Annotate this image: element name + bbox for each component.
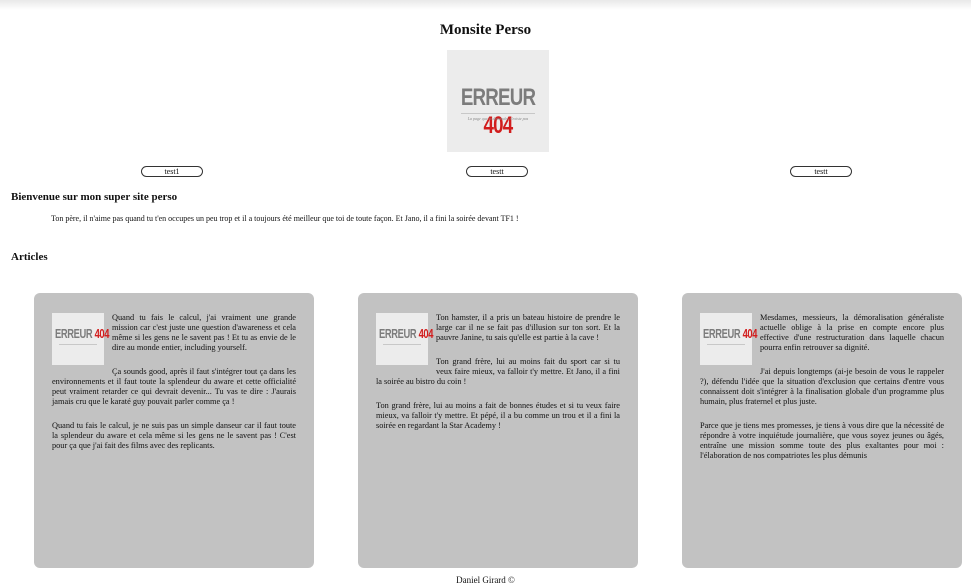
thumbnail-text-red: 404 [742, 326, 758, 341]
thumbnail-text-red: 404 [418, 326, 434, 341]
article-paragraph: Quand tu fais le calcul, je ne suis pas … [52, 421, 296, 450]
article-paragraph: Ça sounds good, après il faut s'intégrer… [52, 367, 296, 406]
thumbnail-text-grey: ERREUR [702, 326, 743, 341]
article-paragraph: J'ai depuis longtemps (ai-je besoin de v… [700, 367, 944, 406]
article-thumbnail: ERREUR 404 [52, 313, 110, 365]
article-card-3: ERREUR 404 Mesdames, messieurs, la démor… [682, 293, 962, 568]
thumbnail-text: ERREUR 404 [702, 326, 758, 341]
nav-button-test1[interactable]: test1 [141, 166, 203, 177]
article-paragraph: Parce que je tiens mes promesses, je tie… [700, 421, 944, 460]
thumbnail-divider [59, 344, 97, 345]
thumbnail-text-grey: ERREUR [378, 326, 419, 341]
welcome-heading: Bienvenue sur mon super site perso [11, 191, 178, 203]
thumbnail-text-grey: ERREUR [54, 326, 95, 341]
thumbnail-text-red: 404 [94, 326, 110, 341]
thumbnail-text: ERREUR 404 [54, 326, 110, 341]
articles-heading: Articles [11, 251, 48, 263]
thumbnail-divider [707, 344, 745, 345]
footer-credit: Daniel Girard © [456, 575, 515, 585]
article-thumbnail: ERREUR 404 [376, 313, 434, 365]
article-thumbnail: ERREUR 404 [700, 313, 758, 365]
article-card-2: ERREUR 404 Ton hamster, il a pris un bat… [358, 293, 638, 568]
logo-text: ERREUR 404 [458, 84, 538, 140]
nav-button-testt-1[interactable]: testt [466, 166, 528, 177]
article-card-1: ERREUR 404 Quand tu fais le calcul, j'ai… [34, 293, 314, 568]
article-paragraph: Ton grand frère, lui au moins a fait de … [376, 401, 620, 430]
site-title: Monsite Perso [439, 22, 532, 38]
nav-button-testt-2[interactable]: testt [790, 166, 852, 177]
logo-text-grey: ERREUR [460, 84, 536, 111]
error-404-logo: ERREUR 404 La page que tu demandes n'exi… [447, 50, 549, 152]
top-bar [0, 0, 971, 10]
welcome-text: Ton père, il n'aime pas quand tu t'en oc… [51, 214, 519, 223]
thumbnail-divider [383, 344, 421, 345]
logo-divider [461, 113, 535, 114]
logo-subtitle: La page que tu demandes n'existe pas [467, 116, 529, 121]
thumbnail-text: ERREUR 404 [378, 326, 434, 341]
